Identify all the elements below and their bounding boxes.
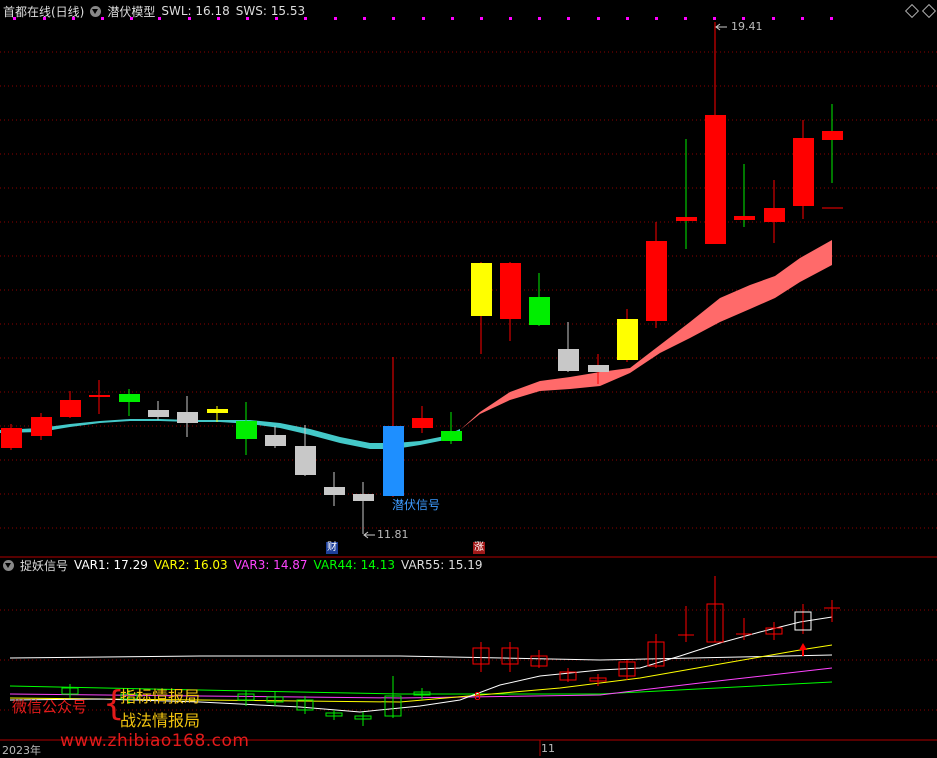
signal-label: 潜伏信号: [392, 498, 441, 512]
top-grid: [0, 51, 937, 529]
watermark-line2: 战法情报局: [120, 711, 201, 730]
var55-line: [9, 654, 833, 661]
top-signal-dots: [13, 17, 833, 20]
limit-up-badge[interactable]: 涨: [473, 542, 485, 554]
red-marker: 8: [474, 690, 481, 703]
high-price-label: 19.41: [731, 20, 763, 33]
watermark-site[interactable]: www.zhibiao168.com: [60, 731, 249, 751]
finance-badge[interactable]: 财: [326, 542, 338, 554]
buy-arrow-icon: [799, 643, 807, 656]
low-price-label: 11.81: [377, 528, 409, 541]
top-candles: [1, 22, 843, 534]
chart-canvas[interactable]: 8: [0, 0, 937, 756]
x-axis-month-label: 11: [541, 742, 555, 755]
watermark-wechat: 微信公众号: [12, 698, 88, 716]
extreme-markers: [363, 23, 727, 539]
watermark-line1: 指标情报局: [120, 687, 201, 706]
